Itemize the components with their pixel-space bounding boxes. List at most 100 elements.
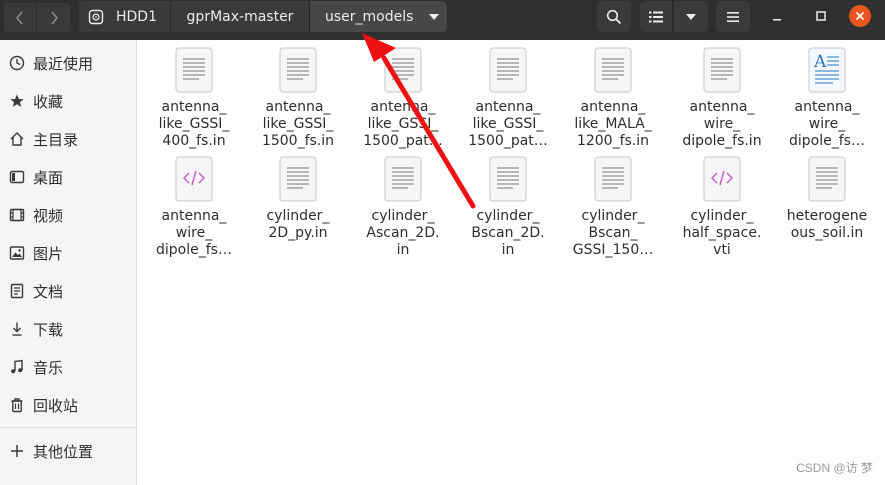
sidebar-item-label: 下载: [33, 320, 64, 339]
forward-button[interactable]: [37, 3, 70, 32]
sidebar-divider: [0, 427, 136, 428]
file-item[interactable]: heterogene ous_soil.in: [775, 156, 879, 242]
file-name: antenna_ wire_ dipole_fs…: [789, 99, 865, 149]
file-item[interactable]: cylinder_ 2D_py.in: [246, 156, 350, 242]
close-icon: [855, 11, 865, 21]
main-menu-button[interactable]: [716, 1, 750, 32]
header-bar: HDD1 gprMax-master user_models: [0, 0, 885, 40]
sidebar-item-label: 主目录: [33, 130, 79, 149]
breadcrumb-gprmax-master[interactable]: gprMax-master: [171, 1, 310, 32]
sidebar-item-music[interactable]: 音乐: [0, 348, 136, 386]
sidebar-item-videos[interactable]: 视频: [0, 196, 136, 234]
sidebar-item-recent[interactable]: 最近使用: [0, 44, 136, 82]
sidebar-item-label: 文档: [33, 282, 64, 301]
minimize-button[interactable]: [766, 5, 788, 27]
sidebar-item-label: 最近使用: [33, 54, 94, 73]
search-button[interactable]: [597, 1, 631, 32]
file-item[interactable]: cylinder_ Bscan_2D. in: [456, 156, 560, 259]
chevron-right-icon: [50, 10, 58, 25]
sidebar-item-other-locations[interactable]: 其他位置: [0, 432, 136, 470]
close-button[interactable]: [849, 5, 871, 27]
chevron-down-icon: [686, 13, 696, 20]
hamburger-menu-icon: [727, 11, 739, 22]
video-icon: [8, 206, 26, 224]
breadcrumb-label: gprMax-master: [186, 8, 294, 25]
text-file-icon: [279, 47, 317, 93]
minimize-icon: [773, 19, 781, 21]
file-item[interactable]: cylinder_ half_space. vti: [670, 156, 774, 259]
file-grid: antenna_ like_GSSI_ 400_fs.in antenna_ l…: [138, 40, 885, 485]
sidebar-item-documents[interactable]: 文档: [0, 272, 136, 310]
breadcrumb-label: user_models: [325, 8, 414, 25]
view-options-button[interactable]: [674, 1, 708, 32]
file-item[interactable]: cylinder_ Ascan_2D. in: [351, 156, 455, 259]
file-name: antenna_ like_MALA_ 1200_fs.in: [574, 99, 652, 149]
clock-icon: [8, 54, 26, 72]
maximize-button[interactable]: [810, 5, 832, 27]
sidebar-item-label: 视频: [33, 206, 64, 225]
sidebar-item-label: 回收站: [33, 396, 79, 415]
file-item[interactable]: A antenna_ wire_ dipole_fs…: [775, 47, 879, 150]
sidebar-item-desktop[interactable]: 桌面: [0, 158, 136, 196]
file-name: cylinder_ Ascan_2D. in: [366, 208, 440, 258]
sidebar-item-label: 其他位置: [33, 442, 94, 461]
sidebar-item-trash[interactable]: 回收站: [0, 386, 136, 424]
text-file-icon: [175, 47, 213, 93]
document-icon: [8, 282, 26, 300]
sidebar-item-home[interactable]: 主目录: [0, 120, 136, 158]
svg-text:A: A: [813, 52, 827, 72]
sidebar-item-downloads[interactable]: 下载: [0, 310, 136, 348]
text-file-icon: [384, 47, 422, 93]
chevron-left-icon: [15, 10, 23, 25]
picture-icon: [8, 244, 26, 262]
back-button[interactable]: [4, 3, 37, 32]
file-name: antenna_ wire_ dipole_fs…: [156, 208, 232, 258]
desktop-icon: [8, 168, 26, 186]
music-icon: [8, 358, 26, 376]
trash-icon: [8, 396, 26, 414]
sidebar-item-starred[interactable]: 收藏: [0, 82, 136, 120]
download-icon: [8, 320, 26, 338]
file-item[interactable]: cylinder_ Bscan_ GSSI_150…: [561, 156, 665, 259]
breadcrumb-hdd1[interactable]: HDD1: [79, 1, 171, 32]
file-name: antenna_ like_GSSI_ 1500_pat…: [363, 99, 443, 149]
path-bar: HDD1 gprMax-master user_models: [79, 1, 447, 32]
text-file-icon: [489, 156, 527, 202]
watermark: CSDN @访 梦: [796, 461, 873, 475]
view-toggle-button[interactable]: [640, 1, 673, 32]
file-name: heterogene ous_soil.in: [786, 208, 868, 241]
file-item[interactable]: antenna_ like_MALA_ 1200_fs.in: [561, 47, 665, 150]
text-file-icon: [489, 47, 527, 93]
markup-file-icon: [175, 156, 213, 202]
sidebar-item-label: 桌面: [33, 168, 64, 187]
file-item[interactable]: antenna_ like_GSSI_ 1500_pat…: [456, 47, 560, 150]
breadcrumb-label: HDD1: [116, 8, 157, 25]
file-name: cylinder_ 2D_py.in: [266, 208, 330, 241]
history-nav: [4, 3, 70, 32]
text-file-icon: [808, 156, 846, 202]
list-view-icon: [649, 11, 663, 22]
search-icon: [606, 9, 622, 24]
file-name: cylinder_ Bscan_ GSSI_150…: [572, 208, 654, 258]
text-file-icon: [703, 47, 741, 93]
chevron-down-icon[interactable]: [429, 13, 440, 20]
breadcrumb-user-models[interactable]: user_models: [310, 1, 447, 32]
text-file-icon: [279, 156, 317, 202]
rich-text-file-icon: A: [808, 47, 846, 93]
file-item[interactable]: antenna_ like_GSSI_ 400_fs.in: [142, 47, 246, 150]
sidebar-item-pictures[interactable]: 图片: [0, 234, 136, 272]
maximize-icon: [816, 11, 826, 21]
markup-file-icon: [703, 156, 741, 202]
text-file-icon: [384, 156, 422, 202]
plus-icon: [8, 442, 26, 460]
file-item[interactable]: antenna_ wire_ dipole_fs…: [142, 156, 246, 259]
sidebar: 最近使用 收藏 主目录 桌面 视频 图片 文档 下载 音乐 回收站 其他位置: [0, 40, 137, 485]
file-item[interactable]: antenna_ like_GSSI_ 1500_pat…: [351, 47, 455, 150]
sidebar-item-label: 音乐: [33, 358, 64, 377]
file-item[interactable]: antenna_ like_GSSI_ 1500_fs.in: [246, 47, 350, 150]
text-file-icon: [594, 47, 632, 93]
file-name: cylinder_ half_space. vti: [682, 208, 762, 258]
file-name: antenna_ like_GSSI_ 1500_fs.in: [261, 99, 335, 149]
sidebar-item-label: 图片: [33, 244, 64, 263]
file-item[interactable]: antenna_ wire_ dipole_fs.in: [670, 47, 774, 150]
